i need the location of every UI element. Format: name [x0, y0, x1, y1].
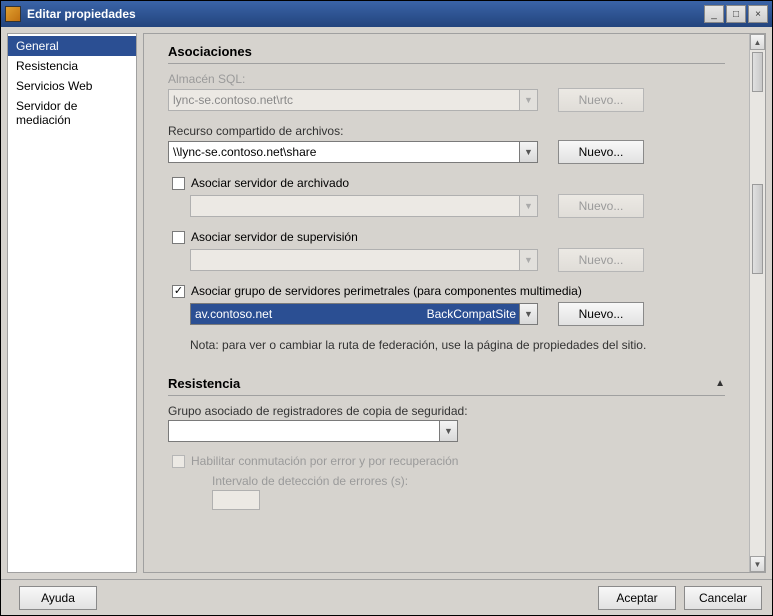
chevron-down-icon[interactable]: ▼ [520, 303, 538, 325]
input-archive [190, 195, 520, 217]
help-button[interactable]: Ayuda [19, 586, 97, 610]
main-panel: Asociaciones Almacén SQL: ▼ Nuevo... Rec… [143, 33, 766, 573]
combo-file-share[interactable]: ▼ [168, 141, 538, 163]
combo-sql-store: ▼ [168, 89, 538, 111]
sidebar-item-servicios-web[interactable]: Servicios Web [8, 76, 136, 96]
chevron-down-icon[interactable]: ▼ [520, 141, 538, 163]
input-edge[interactable] [190, 303, 520, 325]
federation-note: Nota: para ver o cambiar la ruta de fede… [190, 338, 725, 352]
chevron-down-icon: ▼ [520, 89, 538, 111]
label-file-share: Recurso compartido de archivos: [168, 124, 725, 138]
minimize-button[interactable]: _ [704, 5, 724, 23]
window-buttons: _ □ × [702, 5, 768, 23]
label-sql-store: Almacén SQL: [168, 72, 725, 86]
sidebar: General Resistencia Servicios Web Servid… [7, 33, 137, 573]
accept-button[interactable]: Aceptar [598, 586, 676, 610]
sidebar-item-resistencia[interactable]: Resistencia [8, 56, 136, 76]
chevron-down-icon: ▼ [520, 195, 538, 217]
app-icon [5, 6, 21, 22]
input-detection-interval [212, 490, 260, 510]
combo-backup-registrar[interactable]: ▼ [168, 420, 458, 442]
new-archive-button: Nuevo... [558, 194, 644, 218]
sidebar-item-servidor-mediacion[interactable]: Servidor de mediación [8, 96, 136, 130]
label-checkbox-failover: Habilitar conmutación por error y por re… [191, 454, 458, 468]
chevron-down-icon: ▼ [520, 249, 538, 271]
scroll-up-icon[interactable]: ▲ [750, 34, 765, 50]
section-title-resistencia: Resistencia [168, 376, 240, 391]
new-edge-button[interactable]: Nuevo... [558, 302, 644, 326]
checkbox-archive[interactable] [172, 177, 185, 190]
checkbox-failover [172, 455, 185, 468]
checkbox-edge[interactable]: ✓ [172, 285, 185, 298]
collapse-icon[interactable]: ▲ [715, 378, 725, 389]
scroll-thumb-mid[interactable] [752, 184, 763, 274]
chevron-down-icon[interactable]: ▼ [440, 420, 458, 442]
vertical-scrollbar[interactable]: ▲ ▼ [749, 34, 765, 572]
new-fileshare-button[interactable]: Nuevo... [558, 140, 644, 164]
section-header-resistencia[interactable]: Resistencia ▲ [168, 376, 725, 396]
sidebar-item-general[interactable]: General [8, 36, 136, 56]
scroll-thumb-top[interactable] [752, 52, 763, 92]
combo-edge[interactable]: BackCompatSite ▼ [190, 303, 538, 325]
scroll-down-icon[interactable]: ▼ [750, 556, 765, 572]
new-monitor-button: Nuevo... [558, 248, 644, 272]
main-scroll-area: Asociaciones Almacén SQL: ▼ Nuevo... Rec… [144, 34, 749, 572]
section-header-asociaciones: Asociaciones [168, 44, 725, 64]
input-sql-store [168, 89, 520, 111]
input-file-share[interactable] [168, 141, 520, 163]
close-button[interactable]: × [748, 5, 768, 23]
combo-monitor: ▼ [190, 249, 538, 271]
checkbox-monitor[interactable] [172, 231, 185, 244]
content-area: General Resistencia Servicios Web Servid… [1, 27, 772, 579]
section-title-asociaciones: Asociaciones [168, 44, 252, 59]
title-bar: Editar propiedades _ □ × [1, 1, 772, 27]
window-title: Editar propiedades [27, 7, 702, 21]
label-checkbox-monitor: Asociar servidor de supervisión [191, 230, 358, 244]
maximize-button[interactable]: □ [726, 5, 746, 23]
input-backup-registrar[interactable] [168, 420, 440, 442]
label-checkbox-edge: Asociar grupo de servidores perimetrales… [191, 284, 582, 298]
new-sql-button: Nuevo... [558, 88, 644, 112]
label-checkbox-archive: Asociar servidor de archivado [191, 176, 349, 190]
bottom-bar: Ayuda Aceptar Cancelar [1, 579, 772, 615]
input-monitor [190, 249, 520, 271]
label-detection-interval: Intervalo de detección de errores (s): [212, 474, 725, 488]
cancel-button[interactable]: Cancelar [684, 586, 762, 610]
label-backup-registrar: Grupo asociado de registradores de copia… [168, 404, 725, 418]
combo-archive: ▼ [190, 195, 538, 217]
